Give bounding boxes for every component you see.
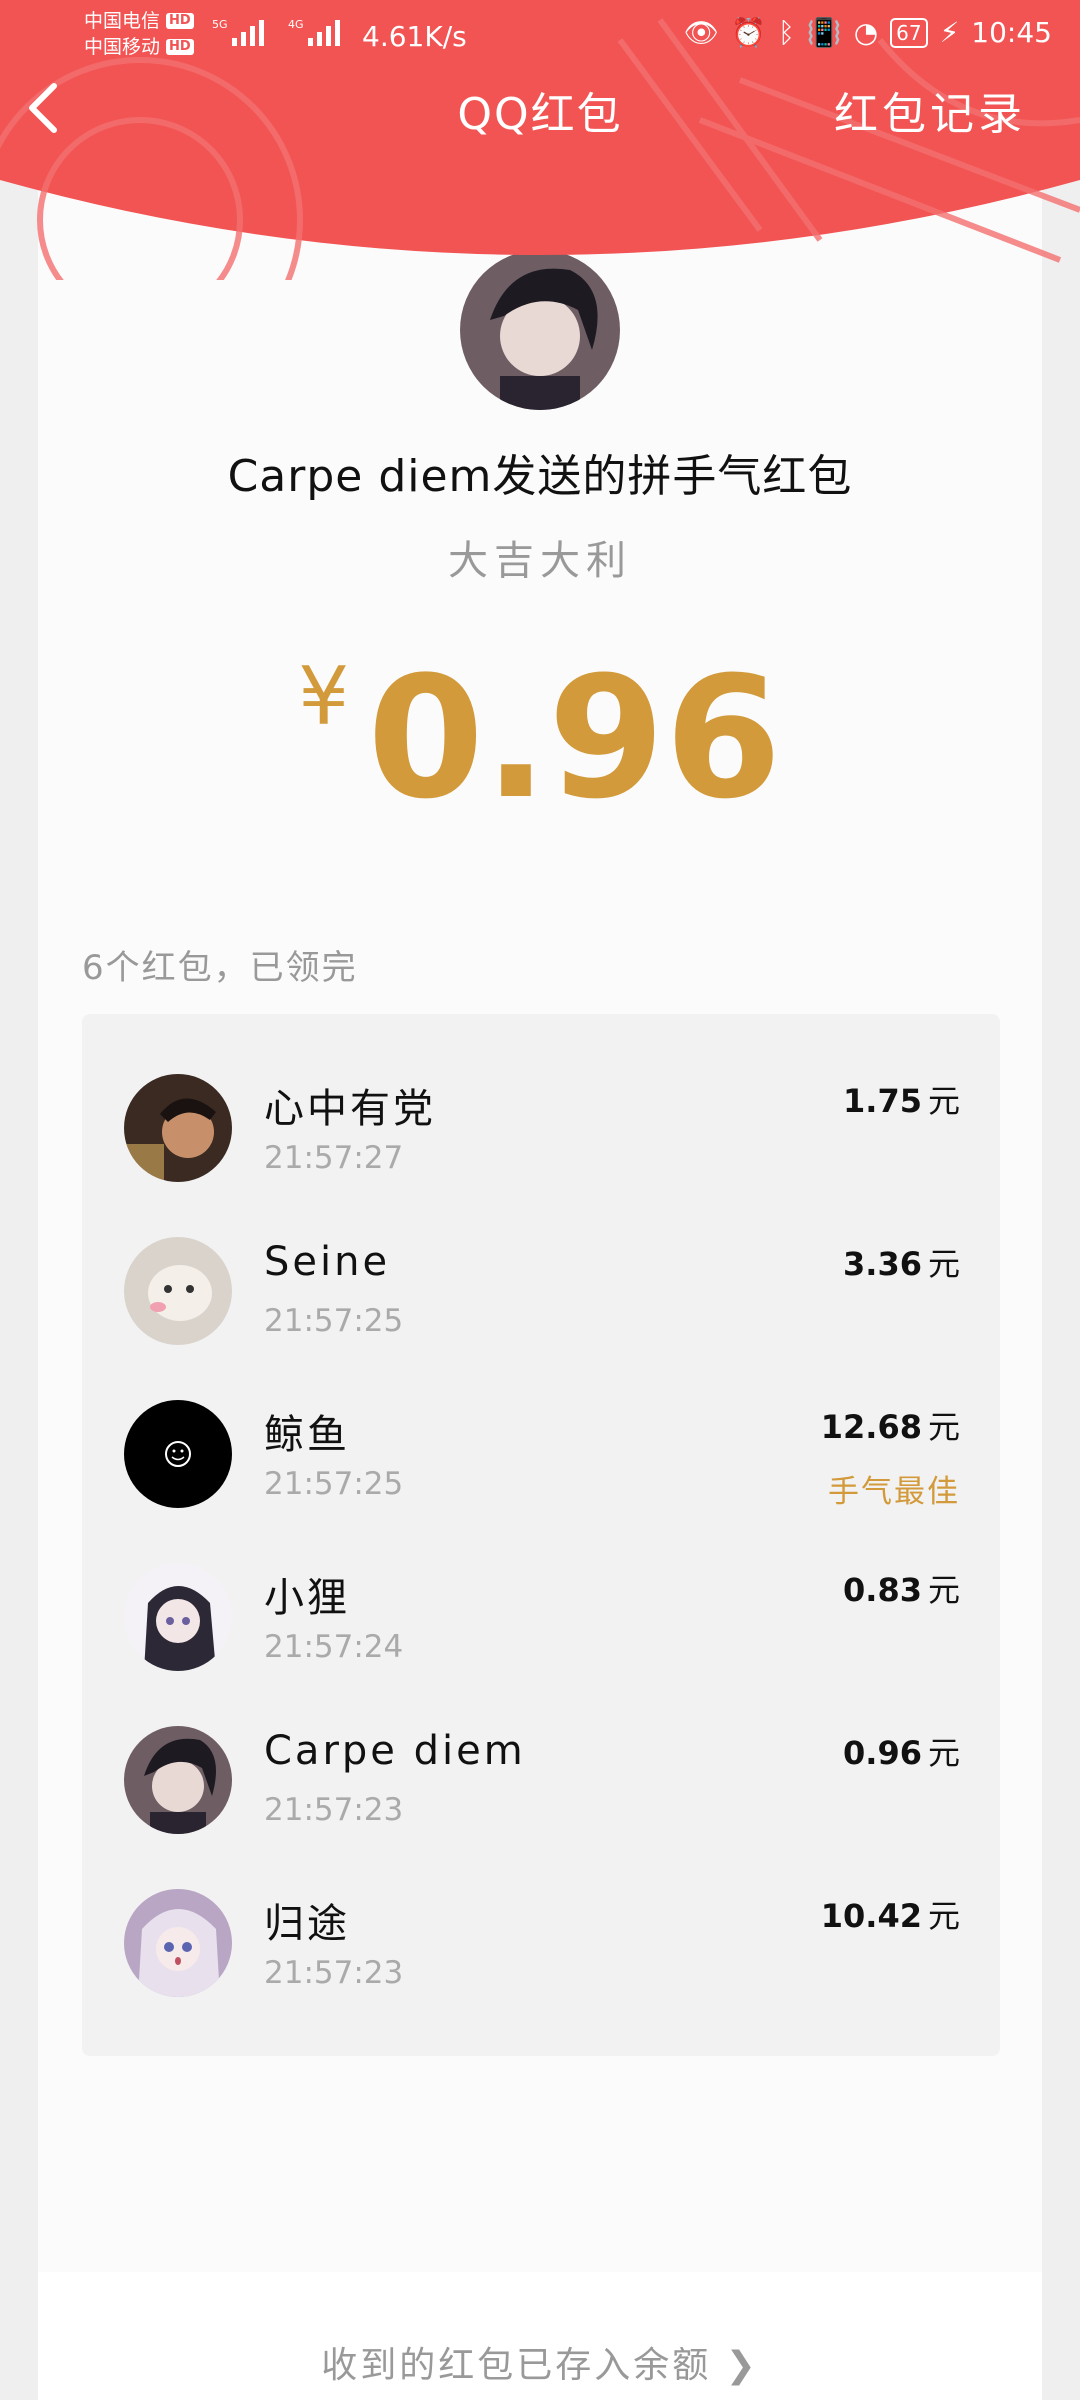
- blessing-text: 大吉大利: [448, 538, 632, 584]
- balance-note-link[interactable]: 收到的红包已存入余额 ❯: [0, 2336, 1080, 2388]
- signal-4g-icon: 4G: [288, 18, 340, 46]
- recipient-amount: 10.42 元: [821, 1891, 960, 1937]
- receive-time: 21:57:23: [264, 1955, 404, 1991]
- receive-time: 21:57:27: [264, 1140, 404, 1176]
- amount-value: 0.96: [367, 640, 782, 836]
- amount-unit: 元: [927, 1245, 960, 1283]
- bluetooth-icon: ᛒ: [778, 16, 795, 49]
- received-amount: ¥0.96: [0, 640, 1080, 836]
- recipient-name: 鲸鱼: [264, 1412, 350, 1458]
- net-speed: 4.61K/s: [362, 20, 467, 53]
- recipient-amount: 3.36 元: [843, 1239, 960, 1285]
- amount-unit: 元: [927, 1082, 960, 1120]
- amount-number: 0.96: [843, 1734, 922, 1772]
- amount-unit: 元: [927, 1571, 960, 1609]
- currency-symbol: ¥: [298, 650, 350, 743]
- receive-time: 21:57:24: [264, 1629, 404, 1665]
- list-item[interactable]: 小狸 21:57:24 0.83 元: [82, 1503, 1000, 1671]
- carrier-1: 中国电信: [84, 10, 161, 32]
- signal-5g-icon: 5G: [212, 18, 264, 46]
- packet-summary: 6个红包，已领完: [82, 948, 358, 988]
- status-bar: 中国电信 HD 中国移动 HD 5G 4G 4.61K/s 👁 ⏰ ᛒ 📳 ◔ 67…: [0, 0, 1080, 72]
- eye-icon: 👁: [683, 16, 720, 49]
- list-item[interactable]: 鲸鱼 21:57:25 12.68 元 手气最佳: [82, 1340, 1000, 1510]
- receive-time: 21:57:25: [264, 1466, 404, 1502]
- signal-icons: 5G 4G: [212, 16, 354, 48]
- clock-time: 10:45: [971, 16, 1052, 49]
- amount-unit: 元: [927, 1734, 960, 1772]
- recipient-name: 归途: [264, 1901, 350, 1947]
- avatar: [124, 1726, 232, 1834]
- recipient-amount: 12.68 元: [821, 1402, 960, 1448]
- list-item[interactable]: Carpe diem 21:57:23 0.96 元: [82, 1666, 1000, 1834]
- amount-number: 12.68: [820, 1408, 922, 1446]
- amount-number: 10.42: [820, 1897, 922, 1935]
- recipient-name: Carpe diem: [264, 1728, 526, 1774]
- receive-time: 21:57:25: [264, 1303, 404, 1339]
- amount-number: 0.83: [843, 1571, 922, 1609]
- amount-unit: 元: [927, 1408, 960, 1446]
- avatar: [124, 1563, 232, 1671]
- charging-icon: ⚡: [939, 16, 960, 49]
- header: 中国电信 HD 中国移动 HD 5G 4G 4.61K/s 👁 ⏰ ᛒ 📳 ◔ 67…: [0, 0, 1080, 280]
- recipient-amount: 0.96 元: [843, 1728, 960, 1774]
- red-packet-records-link[interactable]: 红包记录: [834, 78, 1026, 142]
- status-right: 👁 ⏰ ᛒ 📳 ◔ 67 ⚡ 10:45: [684, 16, 1052, 49]
- alarm-icon: ⏰: [731, 16, 767, 49]
- sender-title: Carpe diem发送的拼手气红包: [227, 451, 853, 502]
- avatar: [124, 1074, 232, 1182]
- recipient-name: 小狸: [264, 1575, 350, 1621]
- avatar: [124, 1237, 232, 1345]
- carrier-info: 中国电信 HD 中国移动 HD: [84, 8, 194, 60]
- amount-number: 1.75: [843, 1082, 922, 1120]
- hd-badge: HD: [166, 39, 194, 55]
- hd-badge: HD: [166, 13, 194, 29]
- recipient-list: 心中有党 21:57:27 1.75 元 Seine 21:57:25 3.36 元…: [82, 1014, 1000, 2056]
- battery-icon: 67: [890, 17, 928, 48]
- list-item[interactable]: Seine 21:57:25 3.36 元: [82, 1177, 1000, 1345]
- recipient-amount: 1.75 元: [843, 1076, 960, 1122]
- carrier-2: 中国移动: [84, 36, 161, 58]
- net-4g-label: 4G: [288, 18, 304, 31]
- speed-meter-icon: ◔: [853, 16, 879, 49]
- list-item[interactable]: 心中有党 21:57:27 1.75 元: [82, 1014, 1000, 1182]
- amount-number: 3.36: [843, 1245, 922, 1283]
- list-item[interactable]: 归途 21:57:23 10.42 元: [82, 1829, 1000, 1997]
- avatar: [124, 1889, 232, 1997]
- vibrate-icon: 📳: [806, 16, 842, 49]
- recipient-name: Seine: [264, 1239, 391, 1285]
- recipient-name: 心中有党: [264, 1086, 436, 1132]
- avatar: [124, 1400, 232, 1508]
- amount-unit: 元: [927, 1897, 960, 1935]
- net-5g-label: 5G: [212, 18, 228, 31]
- receive-time: 21:57:23: [264, 1792, 404, 1828]
- nav-bar: QQ红包 红包记录: [0, 72, 1080, 142]
- recipient-amount: 0.83 元: [843, 1565, 960, 1611]
